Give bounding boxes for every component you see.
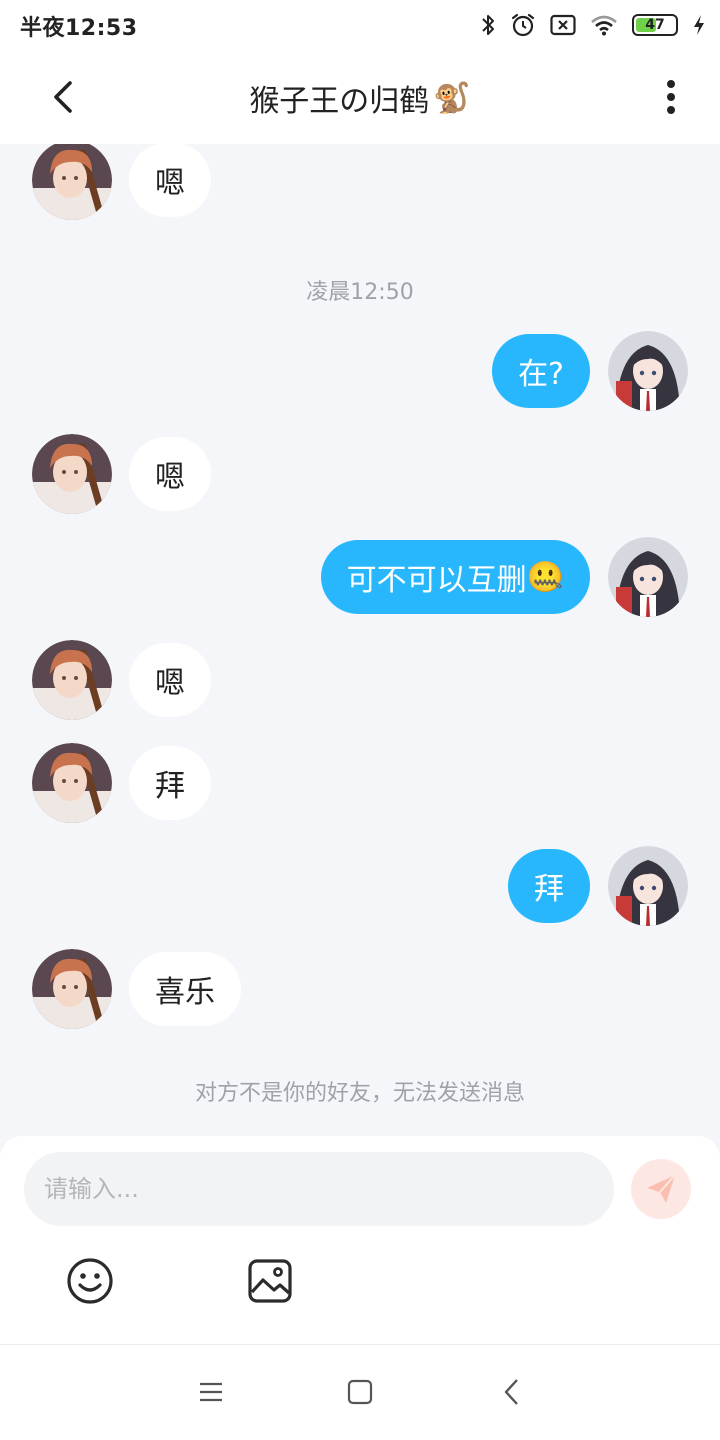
message-bubble[interactable]: 可不可以互删 🤐 [320,540,590,614]
contact-avatar[interactable] [32,743,112,823]
message-row: 喜乐 [0,949,720,1029]
charging-icon [694,15,704,35]
more-options-button[interactable] [648,74,694,120]
contact-avatar[interactable] [32,640,112,720]
message-row: 嗯 [0,434,720,514]
emoji-button[interactable] [65,1256,115,1306]
message-row: 拜 [0,846,720,926]
message-list[interactable]: 嗯 凌晨12:50 在? 嗯 可不可以互删 🤐 嗯 拜 拜 喜乐 对方不是你的好… [0,144,720,1136]
message-row: 在? [0,331,720,411]
alarm-icon [511,13,535,37]
message-row: 嗯 [0,640,720,720]
input-panel [0,1136,720,1344]
message-bubble[interactable]: 喜乐 [129,952,241,1026]
send-icon [647,1174,676,1203]
message-bubble[interactable]: 拜 [508,849,590,923]
battery-text: 47 [645,17,665,33]
image-icon [248,1259,292,1303]
back-chevron-icon [504,1379,518,1405]
status-time: 半夜12:53 [20,16,138,41]
message-text: 可不可以互删 [346,563,527,598]
battery-icon: 47 [632,14,678,36]
message-input[interactable] [24,1152,614,1226]
message-bubble[interactable]: 嗯 [129,437,211,511]
smiley-icon [67,1258,113,1304]
back-button[interactable] [40,74,86,120]
chat-title: 猴子王の归鹤 🐒 [150,76,570,120]
home-square-icon [347,1379,373,1405]
home-button[interactable] [335,1367,385,1417]
menu-button[interactable] [186,1367,236,1417]
send-button[interactable] [631,1159,691,1219]
wifi-icon [591,15,617,36]
message-bubble[interactable]: 嗯 [129,144,211,217]
contact-avatar[interactable] [32,144,112,220]
my-avatar[interactable] [608,331,688,411]
monkey-emoji: 🐒 [433,80,471,116]
status-bar: 半夜12:53 47 [0,0,720,50]
message-row: 嗯 [0,144,720,220]
bluetooth-icon [482,15,494,35]
timestamp: 凌晨12:50 [306,280,414,305]
contact-avatar[interactable] [32,949,112,1029]
message-bubble[interactable]: 拜 [129,746,211,820]
no-sim-icon [550,14,576,36]
chat-header: 猴子王の归鹤 🐒 [0,50,720,144]
message-row: 拜 [0,743,720,823]
contact-avatar[interactable] [32,434,112,514]
my-avatar[interactable] [608,537,688,617]
more-vertical-icon [667,80,675,114]
status-icons: 47 [480,10,706,40]
menu-icon [200,1382,222,1402]
message-bubble[interactable]: 嗯 [129,643,211,717]
not-friend-notice: 对方不是你的好友，无法发送消息 [194,1081,525,1106]
system-nav-bar [0,1344,720,1440]
message-bubble[interactable]: 在? [492,334,590,408]
contact-name: 猴子王の归鹤 [249,84,430,119]
back-arrow-icon [54,81,72,113]
image-button[interactable] [245,1256,295,1306]
my-avatar[interactable] [608,846,688,926]
system-back-button[interactable] [486,1367,536,1417]
zipper-mouth-emoji: 🤐 [526,559,564,595]
message-row: 可不可以互删 🤐 [0,537,720,617]
